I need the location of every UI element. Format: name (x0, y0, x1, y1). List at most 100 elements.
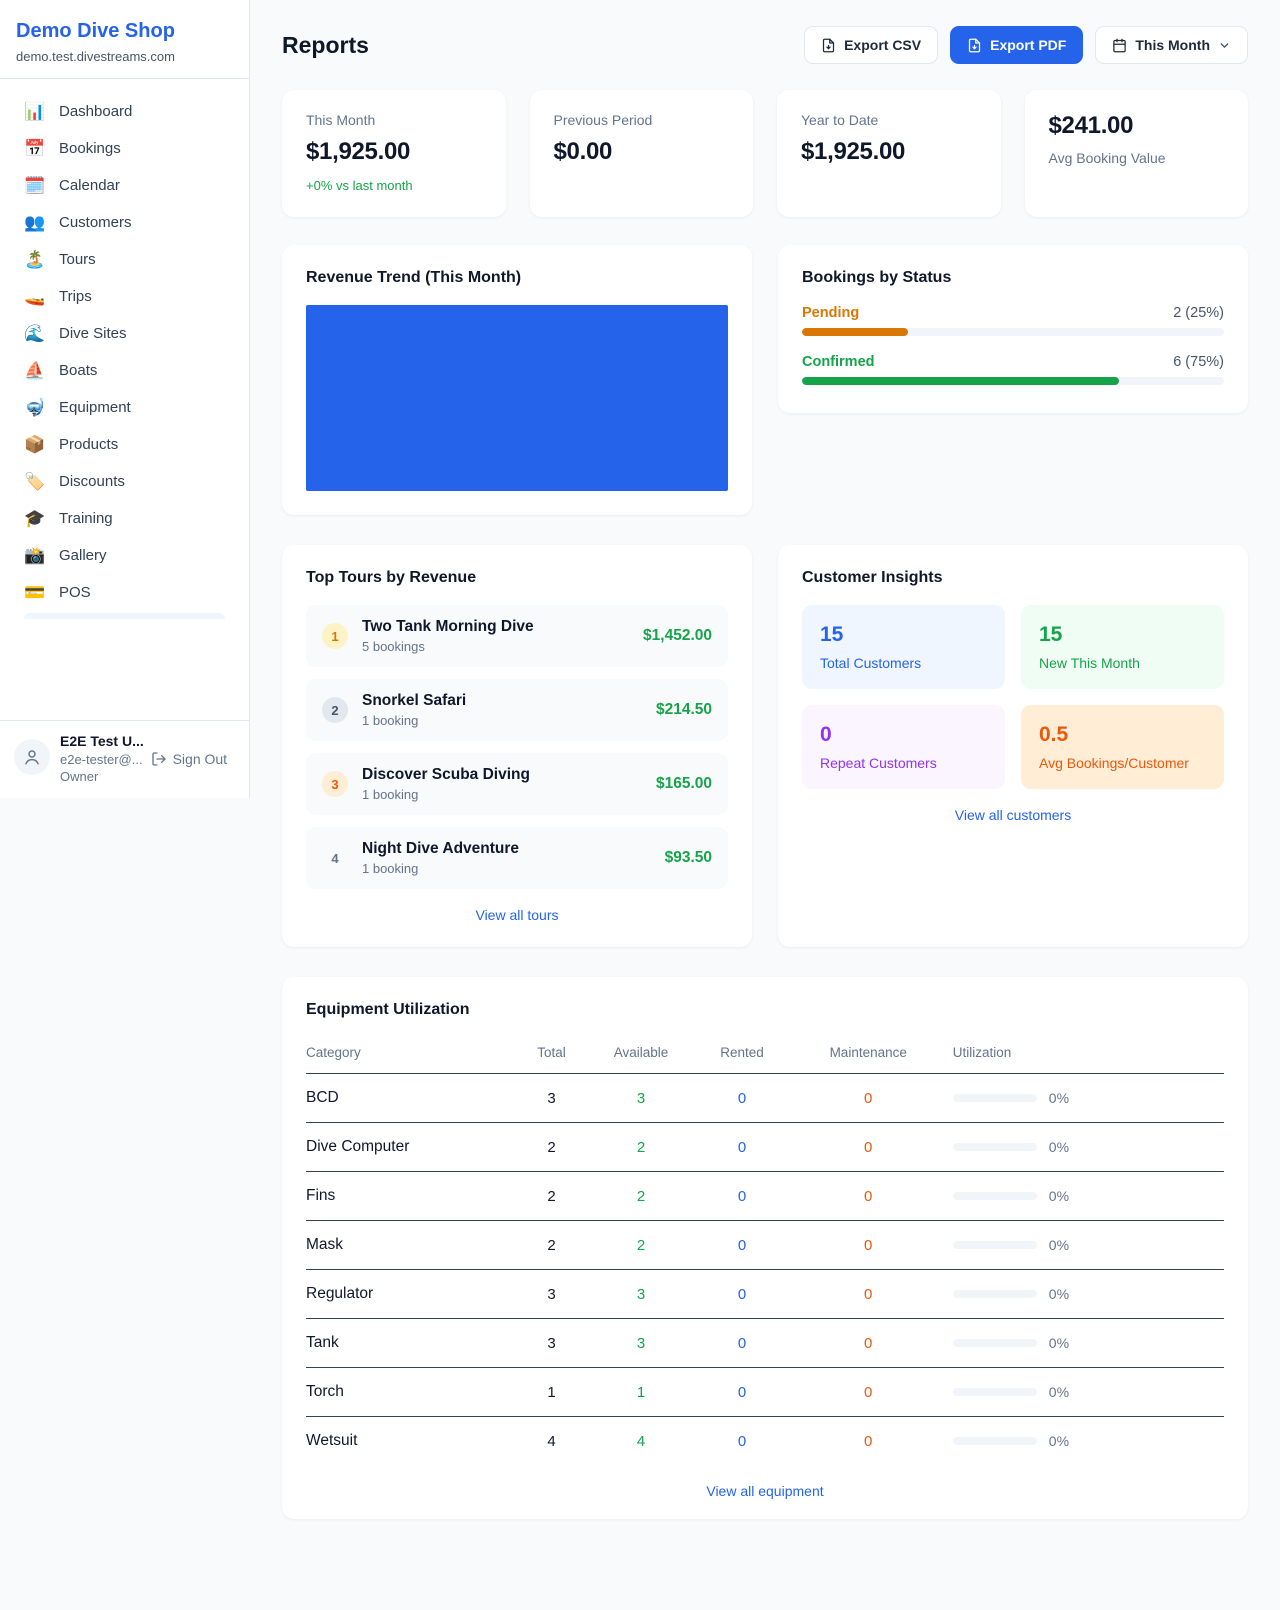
sidebar-item-training[interactable]: 🎓 Training (12, 500, 237, 537)
calendar-icon (1112, 38, 1127, 53)
progress-track (802, 377, 1224, 385)
utilization-bar (953, 1192, 1037, 1200)
utilization-percent: 0% (1049, 1090, 1069, 1106)
equipment-rented: 0 (682, 1270, 801, 1319)
avatar (14, 739, 50, 775)
export-csv-button[interactable]: Export CSV (804, 26, 938, 64)
sign-out-button[interactable]: Sign Out (151, 751, 227, 767)
rank-badge: 3 (322, 771, 348, 797)
sidebar-item-calendar[interactable]: 🗓️ Calendar (12, 167, 237, 204)
page-header: Reports Export CSV Export PDF This Month (282, 26, 1248, 64)
sidebar-nav: 📊 Dashboard 📅 Bookings 🗓️ Calendar 👥 Cus… (0, 79, 249, 619)
progress-fill-pending (802, 328, 908, 336)
tour-row: 2 Snorkel Safari 1 booking $214.50 (306, 679, 728, 741)
sidebar-item-gallery[interactable]: 📸 Gallery (12, 537, 237, 574)
equipment-category: BCD (306, 1074, 503, 1123)
equipment-table-row: Mask22000% (306, 1221, 1224, 1270)
credit-card-icon: 💳 (24, 584, 46, 601)
wave-icon: 🌊 (24, 325, 46, 342)
sidebar-item-dive-sites[interactable]: 🌊 Dive Sites (12, 315, 237, 352)
shop-domain: demo.test.divestreams.com (16, 49, 233, 64)
equipment-utilization: 0% (935, 1270, 1224, 1319)
sidebar-item-boats[interactable]: ⛵ Boats (12, 352, 237, 389)
sidebar-item-dashboard[interactable]: 📊 Dashboard (12, 93, 237, 130)
sidebar-item-tours[interactable]: 🏝️ Tours (12, 241, 237, 278)
view-all-tours-link[interactable]: View all tours (306, 907, 728, 923)
package-icon: 📦 (24, 436, 46, 453)
sidebar-header: Demo Dive Shop demo.test.divestreams.com (0, 0, 249, 79)
insights-row: Top Tours by Revenue 1 Two Tank Morning … (282, 545, 1248, 947)
stat-card-avg-booking-value: $241.00 Avg Booking Value (1025, 90, 1249, 217)
people-icon: 👥 (24, 214, 46, 231)
calendar-date-icon: 📅 (24, 140, 46, 157)
sidebar-item-products[interactable]: 📦 Products (12, 426, 237, 463)
utilization-percent: 0% (1049, 1139, 1069, 1155)
sidebar: Demo Dive Shop demo.test.divestreams.com… (0, 0, 250, 798)
equipment-rented: 0 (682, 1074, 801, 1123)
sidebar-item-pos[interactable]: 💳 POS (12, 574, 237, 611)
page-title: Reports (282, 32, 369, 59)
tag-icon: 🏷️ (24, 473, 46, 490)
equipment-rented: 0 (682, 1417, 801, 1466)
customer-insights-panel: Customer Insights 15 Total Customers 15 … (778, 545, 1248, 947)
person-icon (23, 748, 41, 766)
equipment-table-row: Regulator33000% (306, 1270, 1224, 1319)
user-email: e2e-tester@... (60, 752, 143, 767)
tour-row: 4 Night Dive Adventure 1 booking $93.50 (306, 827, 728, 889)
equipment-table-row: Tank33000% (306, 1319, 1224, 1368)
equipment-available: 2 (600, 1172, 683, 1221)
utilization-bar (953, 1094, 1037, 1102)
equipment-total: 3 (503, 1270, 599, 1319)
charts-row: Revenue Trend (This Month) Bookings by S… (282, 245, 1248, 515)
view-all-equipment-link[interactable]: View all equipment (306, 1483, 1224, 1499)
utilization-bar (953, 1143, 1037, 1151)
equipment-utilization: 0% (935, 1074, 1224, 1123)
sidebar-item-trips[interactable]: 🚤 Trips (12, 278, 237, 315)
equipment-available: 3 (600, 1074, 683, 1123)
equipment-maintenance: 0 (802, 1368, 935, 1417)
equipment-utilization: 0% (935, 1123, 1224, 1172)
equipment-utilization: 0% (935, 1319, 1224, 1368)
header-actions: Export CSV Export PDF This Month (804, 26, 1248, 64)
utilization-percent: 0% (1049, 1433, 1069, 1449)
bar-chart-icon: 📊 (24, 103, 46, 120)
export-pdf-button[interactable]: Export PDF (950, 26, 1083, 64)
tour-row: 1 Two Tank Morning Dive 5 bookings $1,45… (306, 605, 728, 667)
sidebar-item-reports-partial[interactable] (24, 613, 225, 619)
tile-repeat-customers: 0 Repeat Customers (802, 705, 1005, 789)
period-select[interactable]: This Month (1095, 26, 1248, 64)
utilization-percent: 0% (1049, 1237, 1069, 1253)
sign-out-icon (151, 751, 167, 767)
insight-tiles: 15 Total Customers 15 New This Month 0 R… (802, 605, 1224, 789)
sidebar-item-discounts[interactable]: 🏷️ Discounts (12, 463, 237, 500)
equipment-maintenance: 0 (802, 1270, 935, 1319)
equipment-maintenance: 0 (802, 1172, 935, 1221)
equipment-total: 1 (503, 1368, 599, 1417)
equipment-category: Mask (306, 1221, 503, 1270)
rank-badge: 2 (322, 697, 348, 723)
speedboat-icon: 🚤 (24, 288, 46, 305)
utilization-bar (953, 1437, 1037, 1445)
equipment-total: 3 (503, 1074, 599, 1123)
equipment-utilization: 0% (935, 1417, 1224, 1466)
equipment-total: 2 (503, 1123, 599, 1172)
equipment-rented: 0 (682, 1319, 801, 1368)
utilization-bar (953, 1241, 1037, 1249)
equipment-category: Regulator (306, 1270, 503, 1319)
equipment-table: Category Total Available Rented Maintena… (306, 1037, 1224, 1465)
table-header-row: Category Total Available Rented Maintena… (306, 1037, 1224, 1074)
view-all-customers-link[interactable]: View all customers (802, 807, 1224, 823)
stat-card-previous-period: Previous Period $0.00 (530, 90, 754, 217)
sidebar-item-bookings[interactable]: 📅 Bookings (12, 130, 237, 167)
stat-card-this-month: This Month $1,925.00 +0% vs last month (282, 90, 506, 217)
sidebar-item-customers[interactable]: 👥 Customers (12, 204, 237, 241)
equipment-utilization: 0% (935, 1172, 1224, 1221)
equipment-category: Dive Computer (306, 1123, 503, 1172)
sidebar-item-equipment[interactable]: 🤿 Equipment (12, 389, 237, 426)
rank-badge: 1 (322, 623, 348, 649)
utilization-percent: 0% (1049, 1286, 1069, 1302)
equipment-rented: 0 (682, 1123, 801, 1172)
equipment-available: 2 (600, 1123, 683, 1172)
equipment-table-row: BCD33000% (306, 1074, 1224, 1123)
chevron-down-icon (1218, 39, 1231, 52)
